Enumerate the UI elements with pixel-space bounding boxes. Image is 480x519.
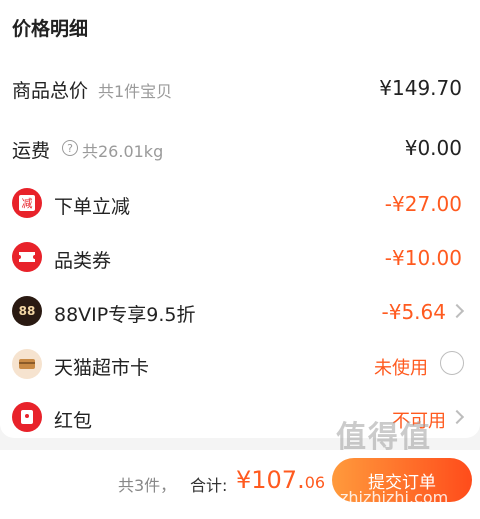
help-icon[interactable]: ? xyxy=(62,140,78,156)
shipping-row: 运费 ? 共26.01kg ¥0.00 xyxy=(0,128,480,168)
red-packet-label: 红包 xyxy=(54,410,93,432)
chevron-right-icon[interactable] xyxy=(449,303,465,319)
instant-discount-value: -¥27.00 xyxy=(384,192,462,216)
watermark-url: zhizhizhi.com xyxy=(340,488,449,507)
order-footer: 共3件， 合计: ¥107.06 提交订单 xyxy=(0,450,480,519)
vip-88-icon: 88 xyxy=(12,296,42,326)
category-coupon-label: 品类券 xyxy=(54,250,112,272)
supermarket-card-radio[interactable] xyxy=(440,351,464,375)
page-title: 价格明细 xyxy=(12,18,89,40)
total-decimal: 06 xyxy=(304,473,326,492)
discount-icon: 减 xyxy=(12,188,42,218)
goods-total-value: ¥149.70 xyxy=(379,76,462,100)
shipping-label: 运费 xyxy=(12,140,51,162)
shipping-value: ¥0.00 xyxy=(404,136,462,160)
shipping-weight: 共26.01kg xyxy=(82,142,164,161)
instant-discount-label: 下单立减 xyxy=(54,196,131,218)
chevron-right-icon[interactable] xyxy=(449,409,465,425)
category-coupon-value: -¥10.00 xyxy=(384,246,462,270)
supermarket-card-status: 未使用 xyxy=(374,358,428,379)
goods-count: 共1件宝贝 xyxy=(98,82,173,101)
vip-discount-value: -¥5.64 xyxy=(381,300,446,324)
total-amount: ¥107.06 xyxy=(236,466,325,494)
category-coupon-row[interactable]: 品类券 -¥10.00 xyxy=(0,238,480,278)
price-detail-card: 价格明细 商品总价 共1件宝贝 ¥149.70 运费 ? 共26.01kg ¥0… xyxy=(0,0,480,438)
total-integer: ¥107. xyxy=(236,466,305,494)
supermarket-card-label: 天猫超市卡 xyxy=(54,357,150,379)
watermark-logo: 值得值 xyxy=(336,420,432,455)
item-count: 共3件， xyxy=(118,476,177,495)
supermarket-card-row[interactable]: 天猫超市卡 未使用 xyxy=(0,345,480,385)
vip-discount-row[interactable]: 88 88VIP专享9.5折 -¥5.64 xyxy=(0,292,480,332)
ticket-icon xyxy=(12,242,42,272)
red-packet-icon xyxy=(12,402,42,432)
goods-total-label: 商品总价 xyxy=(12,80,89,102)
goods-total-row: 商品总价 共1件宝贝 ¥149.70 xyxy=(0,68,480,108)
card-icon xyxy=(12,349,42,379)
total-label: 合计: xyxy=(190,476,228,495)
vip-discount-label: 88VIP专享9.5折 xyxy=(54,304,196,326)
instant-discount-row: 减 下单立减 -¥27.00 xyxy=(0,184,480,224)
